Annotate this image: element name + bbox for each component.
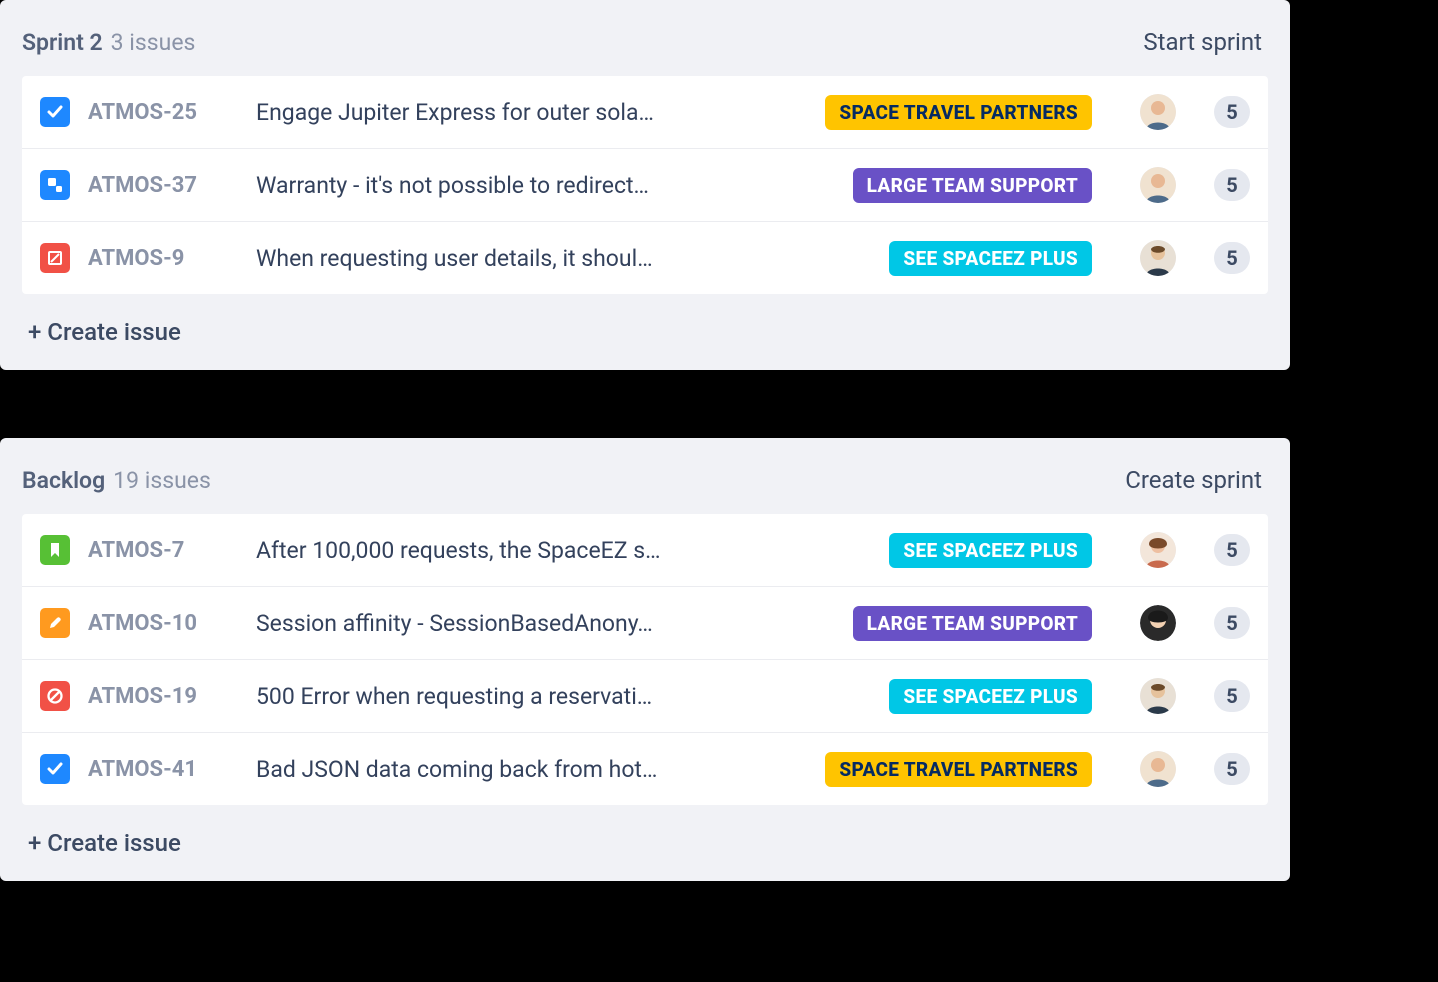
issue-summary: Bad JSON data coming back from hot… [256,756,807,783]
issue-key: ATMOS-19 [88,684,238,709]
issue-key: ATMOS-10 [88,611,238,636]
epic-badge[interactable]: LARGE TEAM SUPPORT [853,606,1092,641]
issue-row[interactable]: ATMOS-10 Session affinity - SessionBased… [22,586,1268,659]
story-points-badge: 5 [1214,534,1250,566]
epic-badge[interactable]: SPACE TRAVEL PARTNERS [825,95,1092,130]
story-points-badge: 5 [1214,169,1250,201]
issue-row[interactable]: ATMOS-19 500 Error when requesting a res… [22,659,1268,732]
issue-summary: Engage Jupiter Express for outer sola… [256,99,807,126]
issue-row[interactable]: ATMOS-25 Engage Jupiter Express for oute… [22,76,1268,148]
issue-row[interactable]: ATMOS-37 Warranty - it's not possible to… [22,148,1268,221]
issue-summary: 500 Error when requesting a reservati… [256,683,871,710]
issue-summary: When requesting user details, it shoul… [256,245,871,272]
sprint-panel: Sprint 2 3 issues Start sprint ATMOS-25 … [0,0,1290,370]
epic-badge[interactable]: LARGE TEAM SUPPORT [853,168,1092,203]
sprint-issue-count: 3 issues [111,29,196,56]
assignee-avatar[interactable] [1140,94,1176,130]
story-points-badge: 5 [1214,242,1250,274]
issue-key: ATMOS-25 [88,100,238,125]
create-sprint-button[interactable]: Create sprint [1125,466,1262,494]
story-points-badge: 5 [1214,96,1250,128]
backlog-title-group: Backlog 19 issues [22,467,211,494]
issue-key: ATMOS-9 [88,246,238,271]
epic-badge[interactable]: SPACE TRAVEL PARTNERS [825,752,1092,787]
assignee-avatar[interactable] [1140,751,1176,787]
create-issue-button[interactable]: + Create issue [0,294,1290,352]
story-points-badge: 5 [1214,607,1250,639]
task-icon [40,754,70,784]
issue-row[interactable]: ATMOS-41 Bad JSON data coming back from … [22,732,1268,805]
epic-badge[interactable]: SEE SPACEEZ PLUS [889,241,1092,276]
issue-summary: Session affinity - SessionBasedAnony… [256,610,835,637]
issue-key: ATMOS-7 [88,538,238,563]
story-points-badge: 5 [1214,680,1250,712]
backlog-issue-count: 19 issues [113,467,211,494]
story-icon [40,535,70,565]
issue-key: ATMOS-37 [88,173,238,198]
backlog-issue-list: ATMOS-7 After 100,000 requests, the Spac… [22,514,1268,805]
assignee-avatar[interactable] [1140,532,1176,568]
issue-row[interactable]: ATMOS-7 After 100,000 requests, the Spac… [22,514,1268,586]
issue-summary: Warranty - it's not possible to redirect… [256,172,835,199]
assignee-avatar[interactable] [1140,605,1176,641]
start-sprint-button[interactable]: Start sprint [1143,28,1262,56]
task-icon [40,97,70,127]
story-points-badge: 5 [1214,753,1250,785]
issue-row[interactable]: ATMOS-9 When requesting user details, it… [22,221,1268,294]
epic-badge[interactable]: SEE SPACEEZ PLUS [889,679,1092,714]
assignee-avatar[interactable] [1140,167,1176,203]
improvement-icon [40,608,70,638]
bug-icon [40,681,70,711]
issue-key: ATMOS-41 [88,757,238,782]
epic-badge[interactable]: SEE SPACEEZ PLUS [889,533,1092,568]
create-issue-button[interactable]: + Create issue [0,805,1290,863]
blocked-icon [40,243,70,273]
sprint-title-group: Sprint 2 3 issues [22,29,195,56]
sprint-title: Sprint 2 [22,29,103,56]
assignee-avatar[interactable] [1140,678,1176,714]
subtask-icon [40,170,70,200]
assignee-avatar[interactable] [1140,240,1176,276]
issue-summary: After 100,000 requests, the SpaceEZ s… [256,537,871,564]
sprint-header: Sprint 2 3 issues Start sprint [0,18,1290,76]
backlog-panel: Backlog 19 issues Create sprint ATMOS-7 … [0,438,1290,881]
backlog-header: Backlog 19 issues Create sprint [0,456,1290,514]
sprint-issue-list: ATMOS-25 Engage Jupiter Express for oute… [22,76,1268,294]
backlog-title: Backlog [22,467,105,494]
